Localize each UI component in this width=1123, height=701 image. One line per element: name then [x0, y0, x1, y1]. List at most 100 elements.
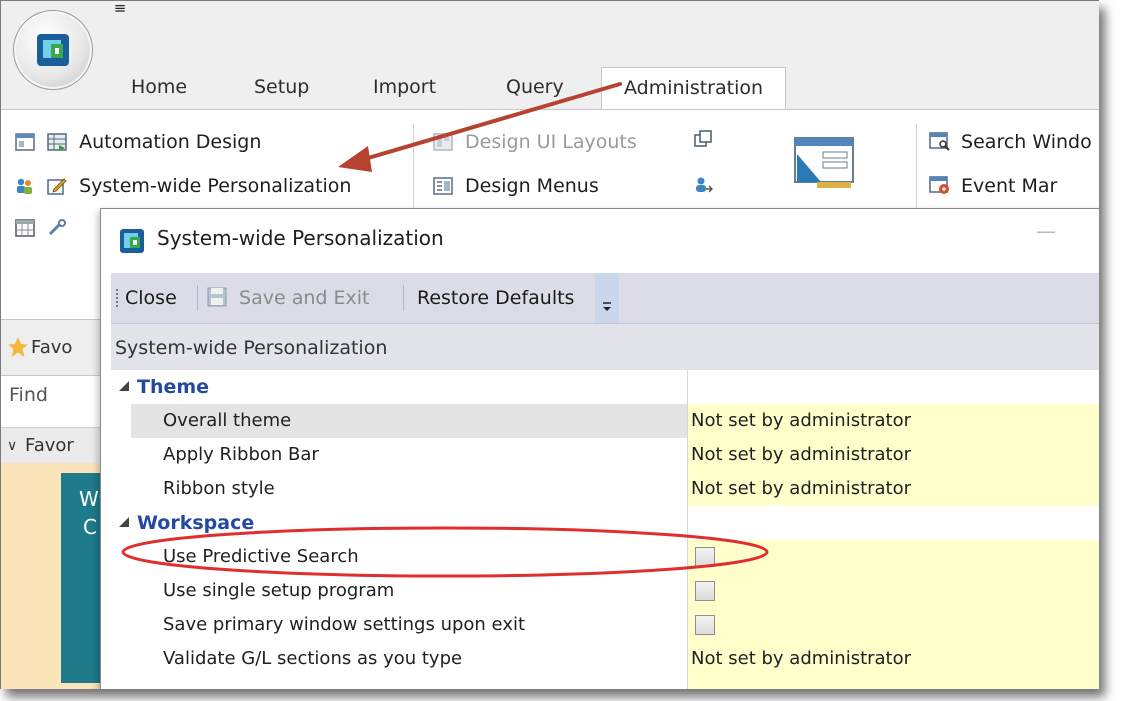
- automation-design-label: Automation Design: [79, 131, 262, 153]
- app-logo-icon: [120, 229, 144, 253]
- row-value-cell: [688, 506, 1099, 540]
- tab-import[interactable]: Import: [373, 67, 436, 109]
- search-windows-button[interactable]: Search Windo: [929, 128, 1092, 156]
- copy-windows-button[interactable]: [693, 126, 719, 154]
- property-row-overall-theme[interactable]: Overall theme Not set by administrator: [111, 404, 1099, 439]
- ribbon-tab-bar: ≡ Home Setup Import Query Administration: [1, 1, 1099, 110]
- search-windows-label: Search Windo: [961, 131, 1092, 153]
- favorites-group[interactable]: ∨ Favor: [1, 427, 111, 464]
- ribbon-separator: [413, 124, 414, 214]
- property-label: Use Predictive Search: [163, 546, 359, 567]
- tab-query[interactable]: Query: [506, 67, 564, 109]
- property-row-ribbon-style[interactable]: Ribbon style Not set by administrator: [111, 472, 1099, 507]
- section-label: Theme: [137, 376, 210, 398]
- row-value-cell: [688, 370, 1099, 404]
- save-and-exit-button[interactable]: Save and Exit: [207, 273, 370, 323]
- property-value: [688, 540, 1099, 574]
- save-window-settings-checkbox[interactable]: [695, 615, 715, 635]
- users-icon: [15, 175, 37, 195]
- property-label: Validate G/L sections as you type: [163, 648, 463, 669]
- property-value[interactable]: Not set by administrator: [688, 438, 1099, 472]
- tools-icon[interactable]: [47, 217, 69, 237]
- system-wide-personalization-button[interactable]: System-wide Personalization: [15, 172, 351, 200]
- design-ui-layouts-button[interactable]: Design UI Layouts: [433, 128, 637, 156]
- quick-access-toolbar-customize[interactable]: ≡: [111, 1, 129, 19]
- dialog-title: System-wide Personalization: [157, 226, 444, 250]
- tile-text-1: W: [79, 487, 99, 511]
- single-setup-checkbox[interactable]: [695, 581, 715, 601]
- property-row-use-single-setup-program[interactable]: Use single setup program: [111, 574, 1099, 609]
- save-and-exit-label: Save and Exit: [239, 287, 370, 309]
- window-icon: [15, 131, 37, 151]
- section-row-theme[interactable]: Theme: [111, 370, 1099, 405]
- event-manager-label: Event Mar: [961, 175, 1058, 197]
- favorites-label: Favo: [31, 337, 73, 358]
- form-designer-icon: [794, 137, 854, 188]
- design-menus-button[interactable]: Design Menus: [433, 172, 599, 200]
- menu-design-icon: [433, 175, 455, 195]
- minimize-button[interactable]: —: [1036, 219, 1056, 243]
- find-input[interactable]: Find: [9, 384, 48, 406]
- ribbon-separator: [916, 124, 917, 214]
- grid-header: System-wide Personalization: [111, 324, 1099, 370]
- tab-home[interactable]: Home: [131, 67, 187, 109]
- predictive-search-checkbox[interactable]: [695, 547, 715, 567]
- user-arrows-button[interactable]: [693, 172, 719, 200]
- property-row-use-predictive-search[interactable]: Use Predictive Search: [111, 540, 1099, 575]
- property-value[interactable]: Not set by administrator: [688, 642, 1099, 676]
- star-icon: [8, 337, 28, 357]
- property-value[interactable]: Not set by administrator: [688, 404, 1099, 438]
- property-value: [688, 608, 1099, 642]
- design-ui-layouts-label: Design UI Layouts: [465, 131, 637, 153]
- personalization-dialog: System-wide Personalization — Close Save…: [100, 208, 1099, 689]
- row-gutter: [111, 404, 131, 438]
- user-transfer-icon: [693, 175, 715, 195]
- toolbar-grip[interactable]: [116, 289, 121, 307]
- collapse-triangle-icon[interactable]: [119, 517, 129, 527]
- property-value[interactable]: Not set by administrator: [688, 472, 1099, 506]
- property-row-validate-gl-sections[interactable]: Validate G/L sections as you type Not se…: [111, 642, 1099, 677]
- favorites-group-label: Favor: [25, 435, 74, 456]
- property-row-apply-ribbon-bar[interactable]: Apply Ribbon Bar Not set by administrato…: [111, 438, 1099, 473]
- chevron-down-icon: ∨: [7, 438, 18, 454]
- favorites-header[interactable]: Favo: [1, 319, 111, 376]
- property-label: Apply Ribbon Bar: [163, 444, 319, 465]
- navigation-pane: Favo Find ∨ Favor W C: [1, 319, 121, 689]
- tile-text-2: C: [83, 515, 97, 539]
- chevron-down-icon: [603, 302, 611, 311]
- automation-design-button[interactable]: Automation Design: [15, 128, 261, 156]
- property-label: Save primary window settings upon exit: [163, 614, 526, 635]
- design-menus-label: Design Menus: [465, 175, 599, 197]
- tab-administration[interactable]: Administration: [601, 67, 787, 110]
- app-logo-icon: [37, 34, 69, 66]
- property-label: Use single setup program: [163, 580, 395, 601]
- edit-form-icon: [47, 175, 69, 195]
- tab-setup[interactable]: Setup: [254, 67, 309, 109]
- section-row-workspace[interactable]: Workspace: [111, 506, 1099, 541]
- property-row-save-primary-window-settings[interactable]: Save primary window settings upon exit: [111, 608, 1099, 643]
- section-label: Workspace: [137, 512, 255, 534]
- toolbar-overflow-button[interactable]: [595, 273, 619, 323]
- application-menu-button[interactable]: [13, 10, 93, 90]
- restore-defaults-button[interactable]: Restore Defaults: [417, 273, 574, 323]
- grid-header-label: System-wide Personalization: [115, 337, 388, 359]
- toolbar-separator: [403, 285, 404, 311]
- automation-grid-icon: [47, 131, 69, 151]
- collapse-triangle-icon[interactable]: [119, 381, 129, 391]
- screenshot-frame: ≡ Home Setup Import Query Administration…: [0, 0, 1099, 689]
- copy-windows-icon: [693, 129, 715, 149]
- property-value: [688, 676, 1099, 689]
- dialog-title-bar[interactable]: System-wide Personalization —: [101, 209, 1099, 273]
- event-manager-button[interactable]: Event Mar: [929, 172, 1057, 200]
- form-designer-large-button[interactable]: [793, 132, 857, 202]
- system-wide-personalization-label: System-wide Personalization: [79, 175, 352, 197]
- property-label: Overall theme: [163, 410, 292, 431]
- row-name-cell: [111, 676, 688, 689]
- event-manager-icon: [929, 175, 951, 195]
- close-button[interactable]: Close: [125, 273, 177, 323]
- toolbar-separator: [197, 285, 198, 311]
- property-value: [688, 574, 1099, 608]
- save-icon: [207, 276, 229, 307]
- table-icon[interactable]: [15, 217, 37, 237]
- ribbon-row3-icons: [15, 214, 73, 242]
